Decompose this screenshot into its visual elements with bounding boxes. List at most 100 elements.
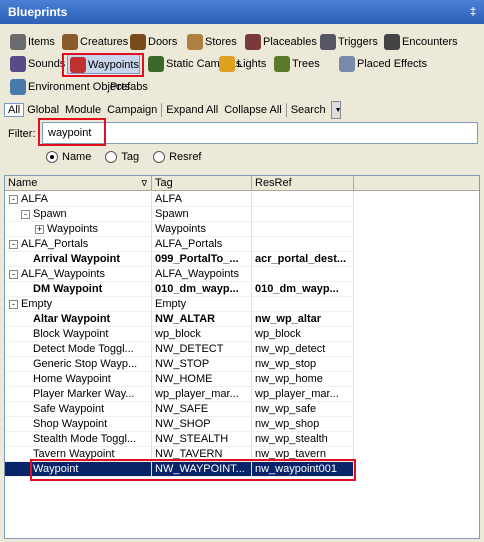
- filter-highlight: [38, 118, 106, 146]
- cell-tag: NW_STOP: [152, 357, 252, 372]
- category-label: Trees: [292, 58, 320, 71]
- row-name: ALFA: [21, 193, 48, 205]
- pin-icon[interactable]: ‡: [466, 5, 480, 19]
- cell-name: - ALFA_Waypoints: [5, 267, 152, 282]
- placed-effects-icon: [339, 56, 355, 73]
- cell-name: - Spawn: [5, 207, 152, 222]
- collapse-toggle-icon[interactable]: -: [9, 194, 18, 204]
- radio-tag-label: Tag: [121, 151, 140, 163]
- cell-resref: [252, 237, 354, 252]
- row-name: Safe Waypoint: [33, 403, 105, 415]
- cell-resref: nw_wp_detect: [252, 342, 354, 357]
- cell-resref: wp_player_mar...: [252, 387, 354, 402]
- category-placed-effects[interactable]: Placed Effects: [337, 54, 427, 74]
- radio-resref[interactable]: Resref: [153, 151, 202, 163]
- cell-name: Detect Mode Toggl...: [5, 342, 152, 357]
- cell-tag: wp_player_mar...: [152, 387, 252, 402]
- tree-row[interactable]: - ALFA_Portals ALFA_Portals: [5, 237, 479, 252]
- environment-objects-icon: [10, 79, 26, 96]
- expand-all-button[interactable]: Expand All: [163, 104, 221, 116]
- column-header-tag[interactable]: Tag: [152, 176, 252, 191]
- tree-row[interactable]: Stealth Mode Toggl... NW_STEALTH nw_wp_ste…: [5, 432, 479, 447]
- grid-header: Name ∇ Tag ResRef: [5, 176, 479, 191]
- column-header-resref[interactable]: ResRef: [252, 176, 354, 191]
- chevron-down-icon[interactable]: ▼: [330, 101, 342, 119]
- cell-name: Stealth Mode Toggl...: [5, 432, 152, 447]
- tree-row[interactable]: - ALFA_Waypoints ALFA_Waypoints: [5, 267, 479, 282]
- tree-row[interactable]: Block Waypoint wp_block wp_block: [5, 327, 479, 342]
- radio-resref-dot[interactable]: [153, 151, 166, 163]
- tree-row[interactable]: Arrival Waypoint 099_PortalTo_... acr_port…: [5, 252, 479, 267]
- scope-module-button[interactable]: Module: [62, 104, 104, 116]
- category-label: Placed Effects: [357, 58, 428, 71]
- category-prefabs[interactable]: Prefabs: [108, 77, 148, 97]
- collapse-toggle-icon[interactable]: -: [9, 299, 18, 309]
- tree-row[interactable]: Detect Mode Toggl... NW_DETECT nw_wp_detec…: [5, 342, 479, 357]
- collapse-toggle-icon[interactable]: -: [21, 209, 30, 219]
- cell-name: Block Waypoint: [5, 327, 152, 342]
- filter-input[interactable]: [42, 122, 478, 144]
- category-lights[interactable]: Lights: [217, 54, 266, 74]
- tree-row[interactable]: - ALFA ALFA: [5, 192, 479, 207]
- cell-tag: Spawn: [152, 207, 252, 222]
- radio-tag[interactable]: Tag: [105, 151, 139, 163]
- search-button[interactable]: Search: [288, 104, 329, 116]
- category-stores[interactable]: Stores: [185, 32, 237, 52]
- cell-resref: [252, 297, 354, 312]
- tree-row[interactable]: Altar Waypoint NW_ALTAR nw_wp_altar: [5, 312, 479, 327]
- expand-toggle-icon[interactable]: +: [35, 224, 44, 234]
- tree-row[interactable]: DM Waypoint 010_dm_wayp... 010_dm_wayp...: [5, 282, 479, 297]
- tree-row[interactable]: - Empty Empty: [5, 297, 479, 312]
- tree-row[interactable]: Shop Waypoint NW_SHOP nw_wp_shop: [5, 417, 479, 432]
- collapse-toggle-icon[interactable]: -: [9, 269, 18, 279]
- cell-resref: [252, 207, 354, 222]
- tree-row[interactable]: Generic Stop Wayp... NW_STOP nw_wp_stop: [5, 357, 479, 372]
- cell-name: - Empty: [5, 297, 152, 312]
- cell-tag: 010_dm_wayp...: [152, 282, 252, 297]
- column-header-name[interactable]: Name ∇: [5, 176, 152, 191]
- cell-name: + Waypoints: [5, 222, 152, 237]
- category-doors[interactable]: Doors: [128, 32, 177, 52]
- category-label: Stores: [205, 36, 237, 49]
- row-name: Spawn: [33, 208, 67, 220]
- scope-global-button[interactable]: Global: [24, 104, 62, 116]
- row-name: Stealth Mode Toggl...: [33, 433, 137, 445]
- category-label: Lights: [237, 58, 267, 71]
- creatures-icon: [62, 34, 78, 51]
- cell-name: Player Marker Way...: [5, 387, 152, 402]
- tree-row[interactable]: Player Marker Way... wp_player_mar... wp_p…: [5, 387, 479, 402]
- cell-tag: NW_DETECT: [152, 342, 252, 357]
- cell-name: Altar Waypoint: [5, 312, 152, 327]
- cell-tag: NW_HOME: [152, 372, 252, 387]
- tree-row[interactable]: - Spawn Spawn: [5, 207, 479, 222]
- radio-tag-dot[interactable]: [105, 151, 118, 163]
- scope-campaign-button[interactable]: Campaign: [104, 104, 160, 116]
- category-label: Doors: [148, 36, 178, 49]
- radio-name[interactable]: Name: [46, 151, 91, 163]
- tree-row[interactable]: Home Waypoint NW_HOME nw_wp_home: [5, 372, 479, 387]
- collapse-toggle-icon[interactable]: -: [9, 239, 18, 249]
- cell-resref: [252, 222, 354, 237]
- category-triggers[interactable]: Triggers: [318, 32, 378, 52]
- radio-name-label: Name: [62, 151, 92, 163]
- scope-all-button[interactable]: All: [4, 103, 25, 117]
- category-trees[interactable]: Trees: [272, 54, 320, 74]
- category-encounters[interactable]: Encounters: [382, 32, 458, 52]
- collapse-all-button[interactable]: Collapse All: [221, 104, 284, 116]
- category-creatures[interactable]: Creatures: [60, 32, 128, 52]
- cell-resref: 010_dm_wayp...: [252, 282, 354, 297]
- radio-name-dot[interactable]: [46, 151, 58, 163]
- tree-row[interactable]: + Waypoints Waypoints: [5, 222, 479, 237]
- row-name: Arrival Waypoint: [33, 253, 120, 265]
- category-items[interactable]: Items: [8, 32, 55, 52]
- cell-tag: 099_PortalTo_...: [152, 252, 252, 267]
- category-sounds[interactable]: Sounds: [8, 54, 65, 74]
- category-placeables[interactable]: Placeables: [243, 32, 317, 52]
- cell-resref: nw_wp_stealth: [252, 432, 354, 447]
- row-name: Altar Waypoint: [33, 313, 111, 325]
- encounters-icon: [384, 34, 400, 51]
- tree-row[interactable]: Safe Waypoint NW_SAFE nw_wp_safe: [5, 402, 479, 417]
- radio-resref-label: Resref: [169, 151, 202, 163]
- items-icon: [10, 34, 26, 51]
- cell-tag: Waypoints: [152, 222, 252, 237]
